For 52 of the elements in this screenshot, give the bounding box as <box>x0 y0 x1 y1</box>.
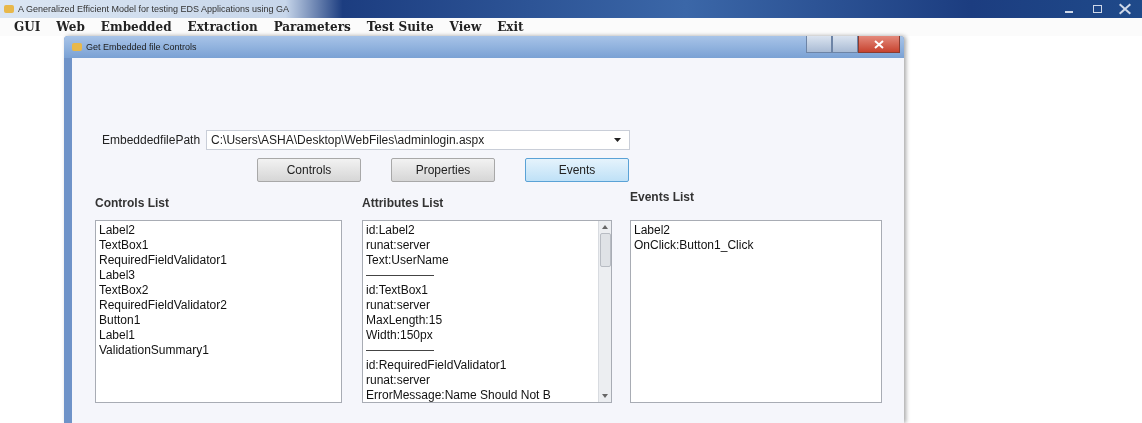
list-heading: Attributes List <box>362 196 445 212</box>
app-icon <box>72 43 82 51</box>
list-item[interactable]: runat:server <box>366 373 431 387</box>
path-label: EmbeddedfilePath <box>102 133 201 147</box>
dialog-title: Get Embedded file Controls <box>86 42 197 52</box>
list-item[interactable]: RequiredFieldValidator2 <box>99 298 227 312</box>
window-title: A Generalized Efficient Model for testing EDS Applications using GA <box>18 4 289 14</box>
list-item[interactable]: runat:server <box>366 298 431 312</box>
menu-item[interactable]: Test Suite <box>366 20 434 34</box>
list-item[interactable]: id:RequiredFieldValidator1 <box>366 358 507 372</box>
menu-item[interactable]: Web <box>56 20 85 34</box>
menu-item[interactable]: Parameters <box>273 20 351 34</box>
action-button[interactable]: Properties <box>391 158 495 182</box>
scrollbar[interactable] <box>598 221 611 402</box>
list-item[interactable]: Text:UserName <box>366 253 449 267</box>
scroll-down-icon[interactable] <box>602 394 608 398</box>
list-item[interactable]: OnClick:Button1_Click <box>634 238 754 252</box>
list-heading: Events List <box>630 190 696 206</box>
events-listbox[interactable]: Label2 OnClick:Button1_Click <box>630 220 882 403</box>
action-button[interactable]: Controls <box>257 158 361 182</box>
list-item[interactable]: Label2 <box>99 223 136 237</box>
menu-item[interactable]: View <box>449 20 482 34</box>
list-item[interactable]: Width:150px <box>366 328 433 342</box>
list-item[interactable]: TextBox1 <box>99 238 149 252</box>
list-item[interactable]: MaxLength:15 <box>366 313 443 327</box>
list-item[interactable]: id:TextBox1 <box>366 283 429 297</box>
menu-item[interactable]: Extraction <box>187 20 258 34</box>
scroll-thumb[interactable] <box>599 233 611 267</box>
controls-listbox[interactable]: Label2 TextBox1 RequiredFieldValidator1 Label3 TextBox2 RequiredFieldValidator2 Button1 Label1 ValidationSummary1 <box>95 220 342 403</box>
menu-item[interactable]: GUI <box>14 20 41 34</box>
close-icon <box>874 39 884 49</box>
caret-icon <box>614 138 622 142</box>
list-item[interactable]: Label2 <box>634 223 671 237</box>
action-button[interactable]: Events <box>525 158 629 182</box>
list-item[interactable]: ErrorMessage:Name Should Not B <box>366 388 551 402</box>
list-heading: Controls List <box>95 196 170 212</box>
list-item[interactable]: TextBox2 <box>99 283 149 297</box>
path-dropdown[interactable]: C:\Users\ASHA\Desktop\WebFiles\adminlogin.aspx <box>206 130 631 150</box>
app-icon <box>4 5 14 13</box>
list-item[interactable]: Button1 <box>99 313 141 327</box>
menu-item[interactable]: Embedded <box>100 20 172 34</box>
list-item[interactable]: Label3 <box>99 268 136 282</box>
list-item[interactable]: id:Label2 <box>366 223 415 237</box>
attributes-listbox[interactable]: id:Label2 runat:server Text:UserName id:TextBox1 runat:server MaxLength:15 Width:150px id:RequiredFieldValidator1 runat:server ErrorMessage:Name Should Not B <box>362 220 612 403</box>
list-item[interactable]: Label1 <box>99 328 136 342</box>
scroll-up-icon[interactable] <box>602 225 608 229</box>
menu-item[interactable]: Exit <box>497 20 524 34</box>
list-item[interactable]: RequiredFieldValidator1 <box>99 253 227 267</box>
close-icon[interactable] <box>1118 3 1132 15</box>
close-button[interactable] <box>858 36 900 53</box>
list-item[interactable]: runat:server <box>366 238 431 252</box>
list-item[interactable]: ValidationSummary1 <box>99 343 209 357</box>
